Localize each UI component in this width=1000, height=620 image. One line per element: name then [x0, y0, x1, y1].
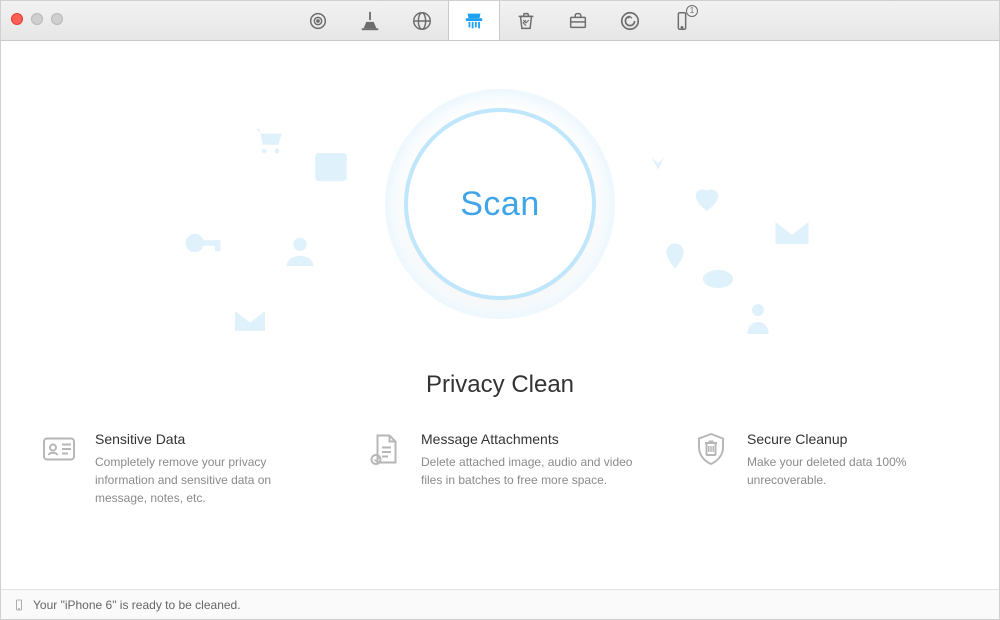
document-attachment-icon [367, 431, 407, 471]
feature-desc: Delete attached image, audio and video f… [421, 453, 633, 489]
feature-title: Message Attachments [421, 431, 633, 447]
briefcase-icon [567, 10, 589, 32]
scan-area: Scan [385, 89, 615, 319]
tab-toolbox[interactable] [552, 1, 604, 40]
tab-refresh[interactable] [604, 1, 656, 40]
heart-icon [690, 181, 724, 220]
refresh-icon [619, 10, 641, 32]
globe-icon [411, 10, 433, 32]
features-row: Sensitive Data Completely remove your pr… [1, 431, 999, 507]
person-icon [280, 231, 320, 276]
tab-privacy[interactable] [448, 1, 500, 40]
shredder-icon [463, 10, 485, 32]
mail-icon [770, 211, 814, 260]
recycle-bin-icon [515, 10, 537, 32]
titlebar: 1 [1, 1, 999, 41]
pin-icon [660, 241, 690, 276]
feature-sensitive-data: Sensitive Data Completely remove your pr… [41, 431, 307, 507]
phone-icon [13, 597, 25, 613]
feature-desc: Make your deleted data 100% unrecoverabl… [747, 453, 959, 489]
window-controls [11, 13, 63, 25]
device-count-badge: 1 [686, 5, 698, 17]
cart-icon [250, 121, 288, 164]
status-text: Your "iPhone 6" is ready to be cleaned. [33, 598, 241, 612]
key-icon [180, 221, 224, 270]
close-window-button[interactable] [11, 13, 23, 25]
eye-icon [700, 261, 736, 302]
maximize-window-button[interactable] [51, 13, 63, 25]
tab-recycle[interactable] [500, 1, 552, 40]
feature-desc: Completely remove your privacy informati… [95, 453, 307, 507]
photo-icon [310, 146, 352, 193]
toolbar: 1 [292, 1, 708, 40]
scan-button-label: Scan [460, 185, 540, 224]
feature-secure-cleanup: Secure Cleanup Make your deleted data 10… [693, 431, 959, 507]
id-card-icon [41, 431, 81, 471]
tab-cleanup[interactable] [344, 1, 396, 40]
feature-title: Sensitive Data [95, 431, 307, 447]
statusbar: Your "iPhone 6" is ready to be cleaned. [1, 589, 999, 619]
money-icon [740, 301, 776, 342]
app-window: 1 Scan Privacy Cl [0, 0, 1000, 620]
minimize-window-button[interactable] [31, 13, 43, 25]
tab-device[interactable]: 1 [656, 1, 708, 40]
feature-message-attachments: Message Attachments Delete attached imag… [367, 431, 633, 507]
feature-title: Secure Cleanup [747, 431, 959, 447]
arrow-down-icon [640, 141, 676, 182]
main-content: Scan Privacy Clean Sensitive Data Comple… [1, 41, 999, 589]
page-title: Privacy Clean [1, 371, 999, 399]
scan-button[interactable]: Scan [408, 112, 592, 296]
target-icon [307, 10, 329, 32]
scan-ring: Scan [385, 89, 615, 319]
tab-target[interactable] [292, 1, 344, 40]
shield-trash-icon [693, 431, 733, 471]
mail-icon [230, 301, 270, 346]
tab-browser[interactable] [396, 1, 448, 40]
broom-icon [359, 10, 381, 32]
